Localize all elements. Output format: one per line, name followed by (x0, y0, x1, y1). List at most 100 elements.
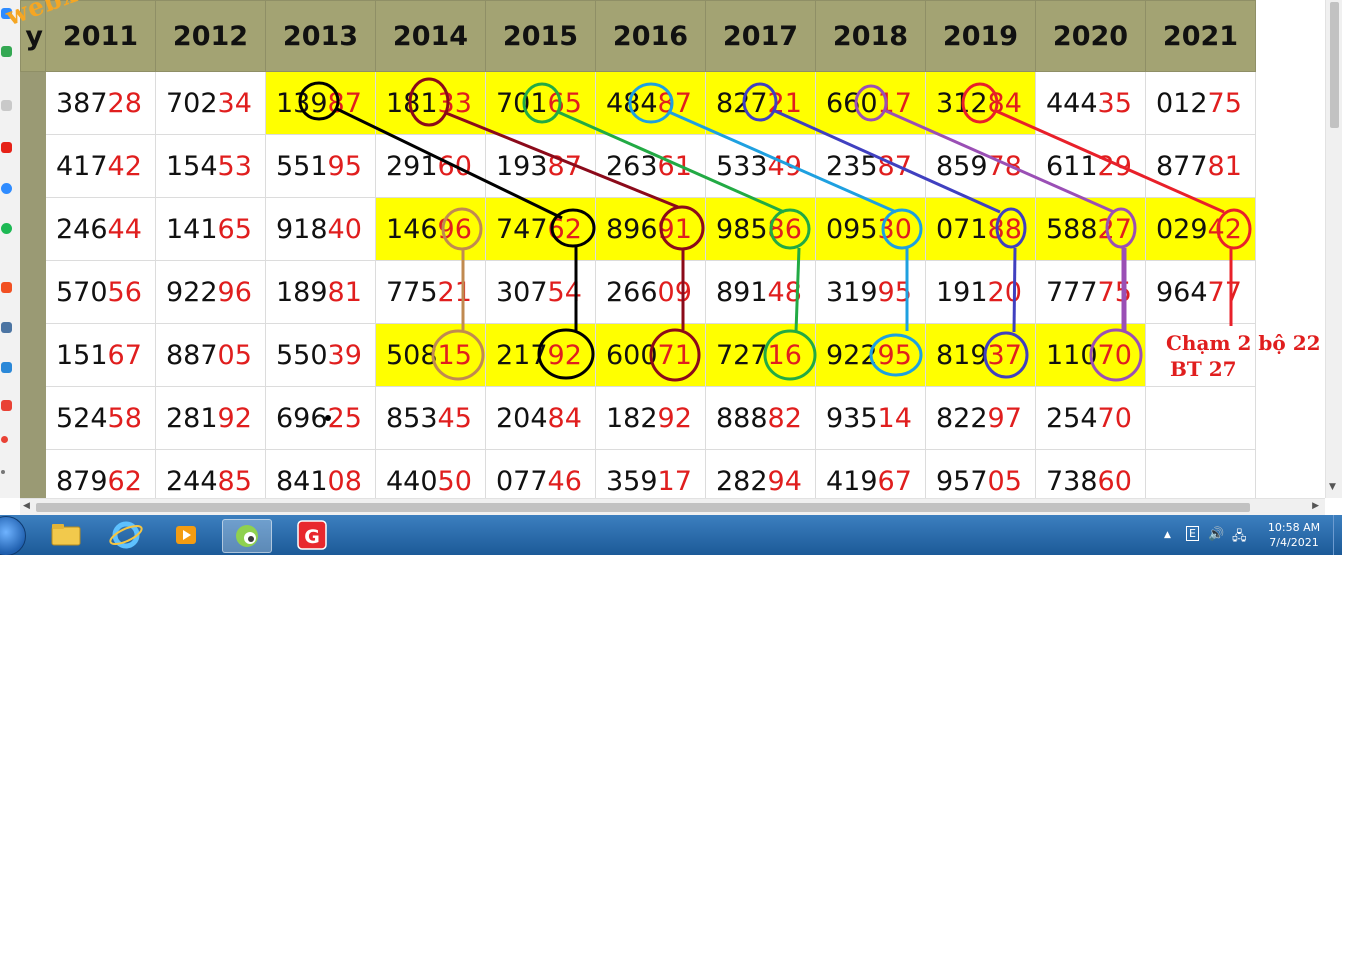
number-head: 012 (1156, 87, 1208, 119)
number-head: 071 (936, 213, 988, 245)
number-head: 775 (386, 276, 438, 308)
vertical-scrollbar[interactable]: ▼ (1325, 0, 1342, 498)
result-cell: 41742 (45, 134, 156, 198)
messenger-icon[interactable] (1, 183, 12, 194)
result-cell: 77775 (1035, 260, 1146, 324)
number-tail: 46 (547, 465, 582, 497)
number-tail: 75 (1097, 276, 1132, 308)
row-stub (20, 197, 46, 261)
coccoc-browser-icon[interactable] (222, 519, 272, 553)
result-cell: 25470 (1035, 386, 1146, 450)
text-icon[interactable] (1, 470, 5, 474)
app-icon[interactable] (1, 100, 12, 111)
result-cell: 55039 (265, 323, 376, 387)
number-tail: 05 (217, 339, 252, 371)
pin-icon[interactable] (1, 436, 8, 443)
spotify-icon[interactable] (1, 223, 12, 234)
number-tail: 49 (767, 150, 802, 182)
number-head: 588 (1046, 213, 1098, 245)
number-tail: 33 (437, 87, 472, 119)
number-tail: 97 (987, 402, 1022, 434)
number-tail: 25 (327, 402, 362, 434)
number-head: 877 (1156, 150, 1208, 182)
horizontal-scrollbar[interactable]: ◀ ▶ (20, 498, 1325, 516)
table-row: 38728 70234 13987 18133 70165 48487 82721 66017… (20, 71, 1256, 135)
number-head: 419 (826, 465, 878, 497)
chrome-icon[interactable] (1, 46, 12, 57)
number-tail: 42 (1207, 213, 1242, 245)
garena-icon[interactable]: G (290, 519, 338, 551)
number-tail: 53 (217, 150, 252, 182)
youtube-icon[interactable] (1, 142, 12, 153)
table-row: 41742 15453 55195 29160 19387 26361 53349 23587… (20, 134, 1256, 198)
keyboard-language-icon[interactable]: E (1186, 526, 1199, 541)
number-tail: 78 (987, 150, 1022, 182)
tasks-icon[interactable] (1, 362, 12, 373)
number-head: 964 (1156, 276, 1208, 308)
number-tail: 62 (547, 213, 582, 245)
number-tail: 71 (657, 339, 692, 371)
number-tail: 48 (767, 276, 802, 308)
result-cell: 98586 (705, 197, 816, 261)
number-tail: 70 (1097, 402, 1132, 434)
table-row: 52458 28192 69625 85345 20484 18292 88882 93514… (20, 386, 1256, 450)
number-head: 524 (56, 402, 108, 434)
scroll-left-arrow-icon[interactable]: ◀ (23, 501, 30, 511)
result-cell: 38728 (45, 71, 156, 135)
year-header-2013: 2013 (265, 0, 376, 72)
prediction-note-line2: BT 27 (1170, 357, 1237, 381)
number-head: 484 (606, 87, 658, 119)
result-cell: 28192 (155, 386, 266, 450)
vertical-scroll-thumb[interactable] (1330, 2, 1339, 128)
number-head: 444 (1046, 87, 1098, 119)
result-cell: 01275 (1145, 71, 1256, 135)
number-head: 189 (276, 276, 328, 308)
scroll-right-arrow-icon[interactable]: ▶ (1312, 501, 1319, 511)
scroll-down-arrow-icon[interactable]: ▼ (1329, 482, 1336, 492)
vk-icon[interactable] (1, 322, 12, 333)
number-head: 319 (826, 276, 878, 308)
windows-explorer-icon[interactable] (42, 519, 90, 551)
number-tail: 92 (657, 402, 692, 434)
number-head: 204 (496, 402, 548, 434)
number-head: 660 (826, 87, 878, 119)
result-cell: 18981 (265, 260, 376, 324)
number-head: 417 (56, 150, 108, 182)
result-cell: 88882 (705, 386, 816, 450)
number-tail: 37 (987, 339, 1022, 371)
result-cell: 72716 (705, 323, 816, 387)
number-head: 263 (606, 150, 658, 182)
number-tail: 91 (657, 213, 692, 245)
number-tail: 85 (217, 465, 252, 497)
show-hidden-icons-icon[interactable]: ▲ (1164, 530, 1171, 540)
result-cell: 31995 (815, 260, 926, 324)
result-cell: 82721 (705, 71, 816, 135)
result-cell: 92295 (815, 323, 926, 387)
show-desktop-button[interactable] (1333, 515, 1342, 555)
start-button[interactable] (0, 516, 26, 555)
number-head: 922 (826, 339, 878, 371)
volume-icon[interactable]: 🔊 (1208, 527, 1224, 542)
maps-icon[interactable] (1, 400, 12, 411)
results-body: 38728 70234 13987 18133 70165 48487 82721 66017… (20, 71, 1256, 513)
row-stub (20, 134, 46, 198)
result-cell: 88705 (155, 323, 266, 387)
number-tail: 09 (657, 276, 692, 308)
system-tray: ▲ E 🔊 🖧 10:58 AM 7/4/2021 (1160, 515, 1342, 555)
internet-explorer-icon[interactable] (102, 519, 150, 551)
office-icon[interactable] (1, 282, 12, 293)
network-icon[interactable]: 🖧 (1232, 527, 1247, 549)
row-stub (20, 260, 46, 324)
media-player-icon[interactable] (162, 519, 210, 551)
number-head: 181 (386, 87, 438, 119)
number-head: 879 (56, 465, 108, 497)
horizontal-scroll-thumb[interactable] (36, 503, 1250, 512)
number-tail: 40 (327, 213, 362, 245)
number-tail: 96 (217, 276, 252, 308)
number-head: 146 (386, 213, 438, 245)
number-head: 819 (936, 339, 988, 371)
number-tail: 67 (107, 339, 142, 371)
tray-clock[interactable]: 10:58 AM 7/4/2021 (1260, 520, 1328, 550)
result-cell: 09530 (815, 197, 926, 261)
clock-date: 7/4/2021 (1269, 536, 1319, 549)
